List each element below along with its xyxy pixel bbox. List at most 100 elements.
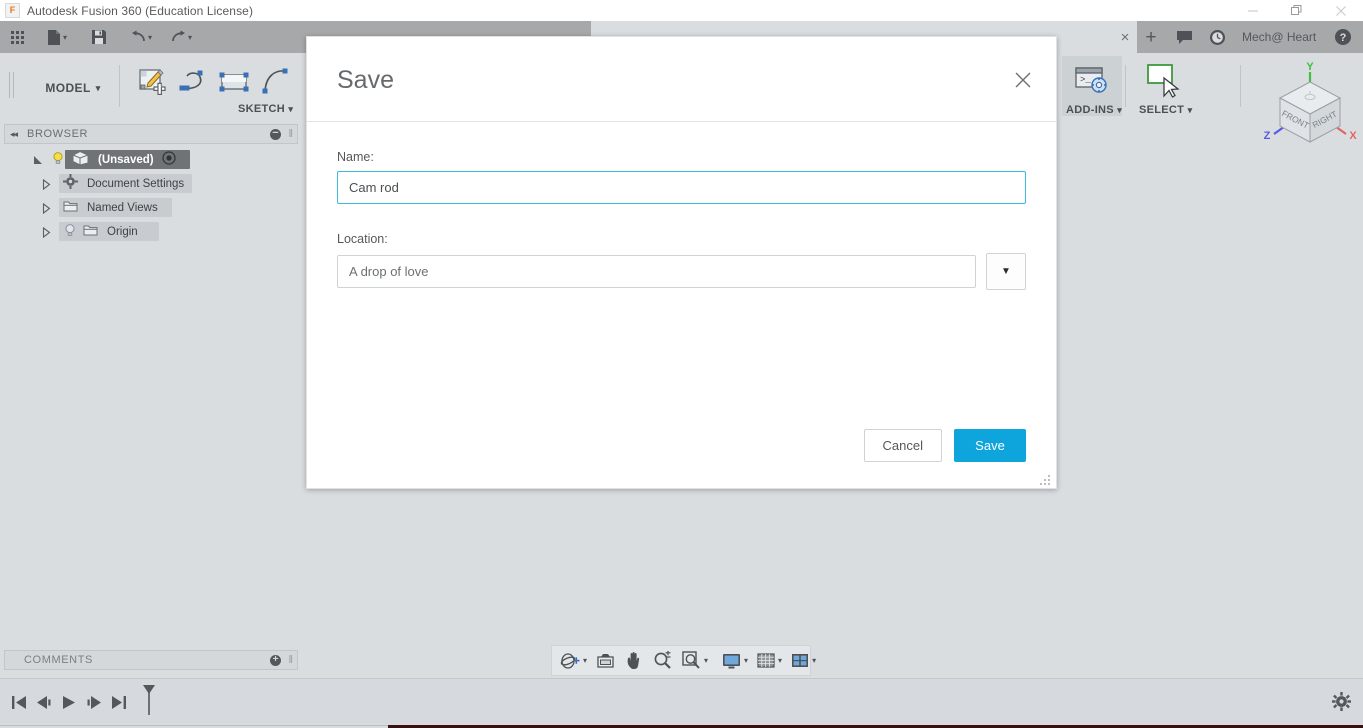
lightbulb-icon[interactable] (51, 151, 65, 170)
lightbulb-icon[interactable] (63, 223, 77, 242)
save-button[interactable]: Save (954, 429, 1026, 462)
pan-hand-icon[interactable] (623, 647, 645, 674)
tree-item-document-settings[interactable]: Document Settings (4, 172, 296, 196)
ribbon-drag-handle[interactable] (8, 72, 16, 98)
restore-icon[interactable] (1275, 0, 1319, 21)
browser-panel-title: BROWSER (27, 128, 89, 140)
viewports-icon[interactable]: ▾ (789, 647, 818, 674)
svg-text:>_: >_ (1080, 75, 1091, 85)
go-to-beginning-icon[interactable] (6, 682, 31, 722)
chevron-down-icon[interactable]: ▾ (812, 656, 816, 665)
orbit-icon[interactable]: ▾ (557, 647, 589, 674)
browser-panel-header[interactable]: ◂◂ BROWSER − ‖ (4, 124, 298, 144)
arc-icon[interactable] (254, 62, 296, 102)
browser-tree: (Unsaved) Document Settings Named Views … (4, 148, 296, 244)
cancel-button[interactable]: Cancel (863, 429, 942, 462)
step-forward-icon[interactable] (81, 682, 106, 722)
undo-caret[interactable]: ▾ (148, 33, 152, 42)
workspace-model-dropdown[interactable]: MODEL ▾ (37, 78, 109, 98)
grid-snaps-icon[interactable]: ▾ (755, 647, 784, 674)
close-icon[interactable] (1319, 0, 1363, 21)
name-input[interactable] (337, 171, 1026, 204)
undo-icon[interactable]: ▾ (124, 22, 158, 52)
redo-caret[interactable]: ▾ (188, 33, 192, 42)
chevron-down-icon: ▾ (288, 104, 294, 114)
chevron-down-icon[interactable]: ▾ (778, 656, 782, 665)
window-titlebar: F Autodesk Fusion 360 (Education License… (0, 0, 1363, 21)
step-back-icon[interactable] (31, 682, 56, 722)
look-at-icon[interactable] (594, 647, 617, 674)
window-controls (1231, 0, 1363, 21)
play-icon[interactable] (56, 682, 81, 722)
create-sketch-icon[interactable] (132, 62, 174, 102)
sketch-group-label[interactable]: SKETCH ▾ (238, 103, 293, 115)
chevron-down-icon: ▾ (1117, 105, 1123, 115)
name-field-label: Name: (337, 150, 374, 164)
select-cursor-icon[interactable] (1145, 62, 1187, 105)
expander-icon[interactable] (33, 155, 44, 166)
location-dropdown-button[interactable]: ▼ (986, 253, 1026, 290)
workspace-model-label: MODEL (45, 81, 91, 95)
gear-icon (63, 174, 78, 194)
component-icon (71, 150, 90, 171)
save-icon[interactable] (86, 22, 112, 52)
view-cube[interactable]: Y X Z FRONT RIGHT (1258, 58, 1362, 162)
chevron-down-icon[interactable]: ▾ (583, 656, 587, 665)
addins-label[interactable]: ADD-INS ▾ (1066, 104, 1122, 116)
timeline-marker[interactable] (140, 683, 158, 722)
save-dialog-title: Save (337, 66, 394, 94)
new-file-icon[interactable]: ▾ (40, 22, 74, 52)
spline-icon[interactable] (174, 62, 216, 102)
svg-text:Z: Z (1264, 130, 1271, 142)
tree-item-origin[interactable]: Origin (4, 220, 296, 244)
location-input[interactable] (337, 255, 976, 288)
add-comment-icon[interactable]: + (270, 654, 281, 666)
user-name-label[interactable]: Mech@ Heart (1234, 30, 1326, 44)
zoom-icon[interactable] (651, 647, 675, 674)
display-settings-icon[interactable]: ▾ (720, 647, 750, 674)
select-label[interactable]: SELECT ▾ (1139, 104, 1192, 116)
expander-icon[interactable] (41, 226, 52, 238)
minimize-panel-icon[interactable]: − (270, 127, 281, 140)
addins-label-text: ADD-INS (1066, 104, 1114, 116)
help-icon[interactable]: ? (1326, 21, 1359, 53)
chevron-down-icon[interactable]: ▾ (704, 656, 708, 665)
app-grid-icon[interactable] (4, 22, 30, 52)
tree-item-label: (Unsaved) (98, 154, 154, 166)
fit-icon[interactable]: ▾ (680, 647, 710, 674)
new-tab-button[interactable]: + (1137, 22, 1165, 53)
comments-panel-header[interactable]: COMMENTS + ‖ (4, 650, 298, 670)
tree-item-unsaved[interactable]: (Unsaved) (4, 148, 296, 172)
redo-icon[interactable]: ▾ (164, 22, 198, 52)
svg-text:X: X (1349, 130, 1357, 142)
window-title: Autodesk Fusion 360 (Education License) (27, 3, 254, 18)
panel-resize-handle[interactable]: ‖ (288, 128, 293, 140)
minimize-icon[interactable] (1231, 0, 1275, 21)
target-icon[interactable] (162, 150, 176, 170)
account-toolbar: Mech@ Heart ? (1168, 21, 1359, 53)
folder-icon (83, 223, 98, 241)
comment-icon[interactable] (1168, 21, 1201, 53)
clock-icon[interactable] (1201, 21, 1234, 53)
expander-icon[interactable] (41, 202, 52, 214)
expander-icon[interactable] (41, 178, 52, 190)
save-dialog-body: Name: Location: ▼ (307, 150, 1056, 290)
chevron-down-icon: ▾ (1187, 105, 1193, 115)
dialog-resize-grip[interactable] (1040, 473, 1052, 485)
collapse-left-icon[interactable]: ◂◂ (10, 129, 18, 140)
panel-resize-handle[interactable]: ‖ (288, 654, 293, 666)
svg-text:Y: Y (1306, 61, 1314, 73)
save-dialog: Save Name: Location: ▼ Cancel Save (306, 36, 1057, 489)
tree-item-named-views[interactable]: Named Views (4, 196, 296, 220)
navigation-bar: ▾ ▾ ▾ ▾ ▾ (551, 645, 816, 676)
document-tab-close-icon[interactable]: × (1113, 21, 1137, 53)
close-icon[interactable] (1012, 69, 1034, 91)
settings-gear-icon[interactable] (1332, 692, 1351, 716)
comments-panel-title: COMMENTS (24, 654, 93, 666)
chevron-down-icon[interactable]: ▾ (744, 656, 748, 665)
tree-item-label: Origin (107, 226, 138, 238)
new-file-caret[interactable]: ▾ (63, 33, 67, 42)
timeline-bar (0, 678, 1363, 725)
rectangle-icon[interactable] (214, 62, 256, 102)
go-to-end-icon[interactable] (106, 682, 131, 722)
